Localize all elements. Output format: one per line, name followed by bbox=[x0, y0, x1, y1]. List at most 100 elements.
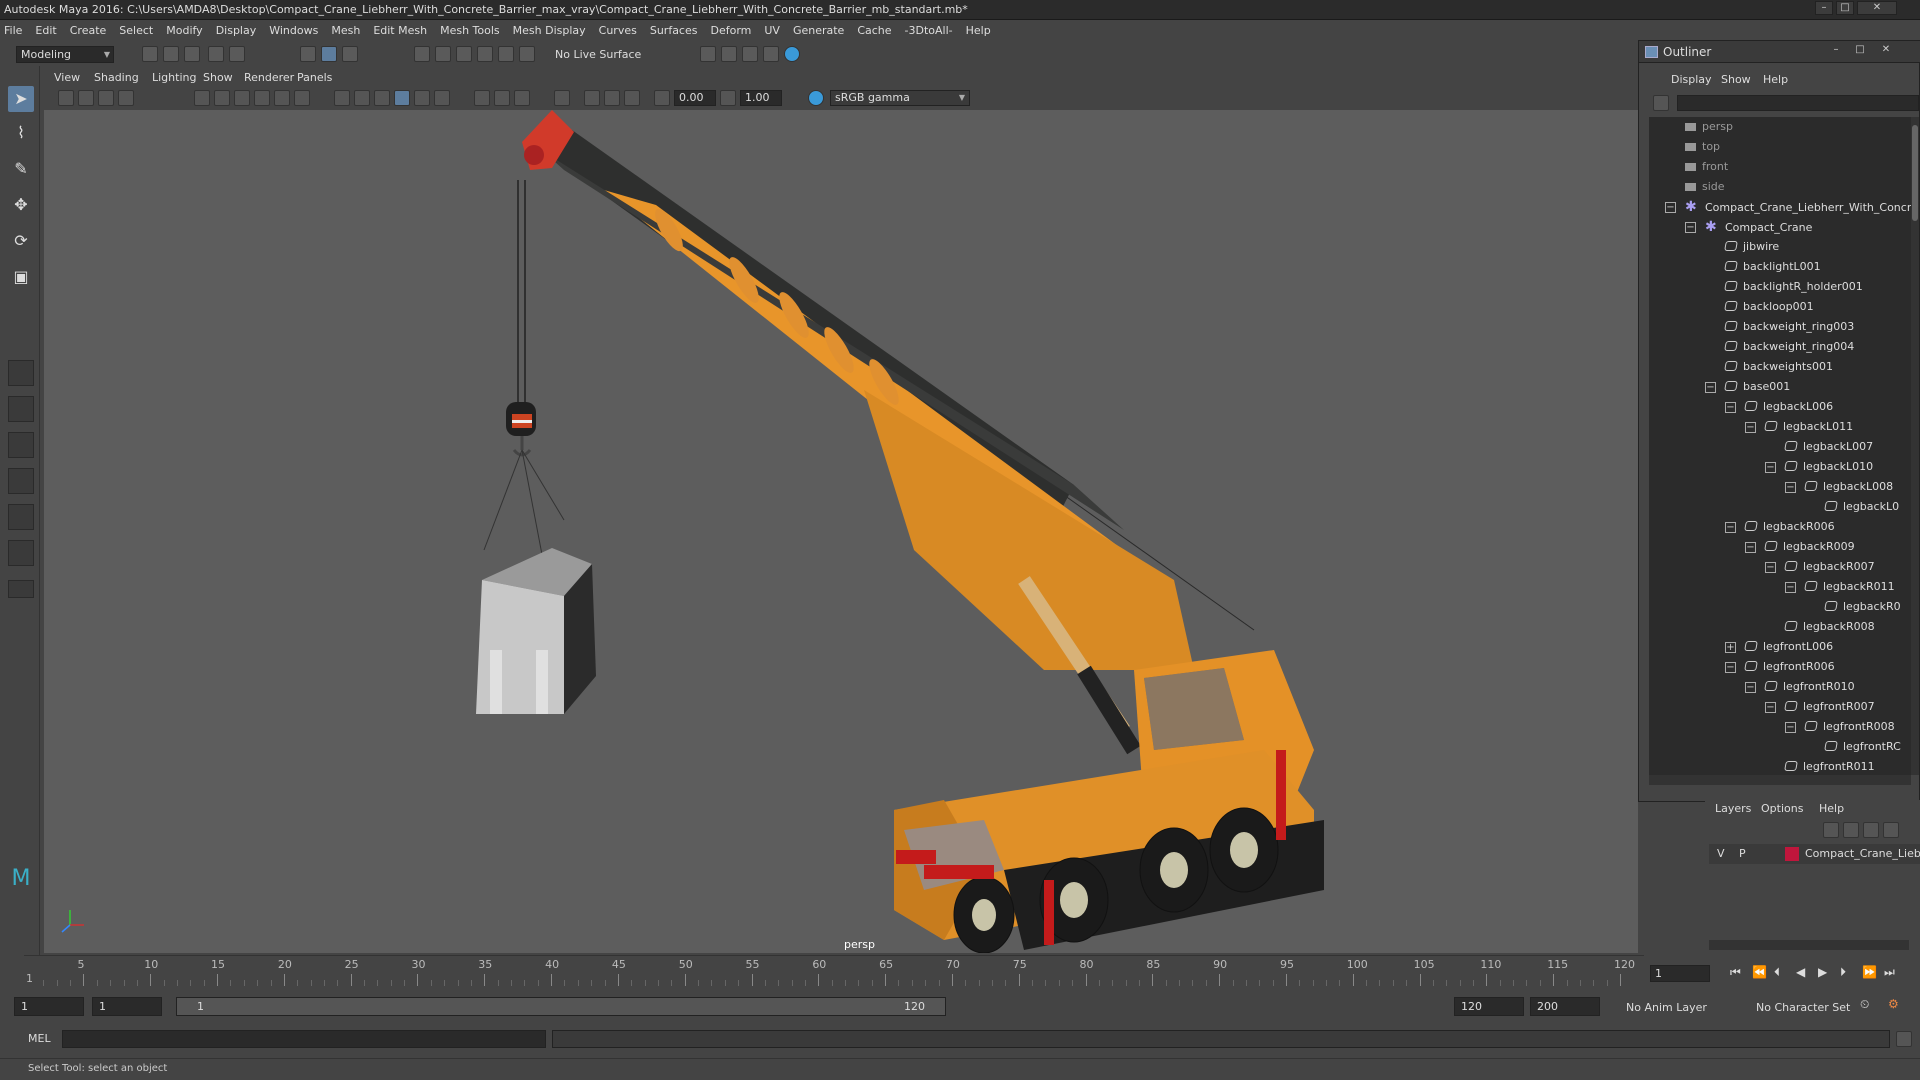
menu-mesh-tools[interactable]: Mesh Tools bbox=[440, 24, 500, 37]
menu-windows[interactable]: Windows bbox=[269, 24, 318, 37]
menu-file[interactable]: File bbox=[4, 24, 22, 37]
outliner-item[interactable]: legfrontR011 bbox=[1784, 757, 1875, 775]
layer-row[interactable]: V P Compact_Crane_Liebh bbox=[1709, 844, 1920, 864]
gamma-icon[interactable] bbox=[720, 90, 736, 106]
menu-create[interactable]: Create bbox=[70, 24, 107, 37]
outliner-item[interactable]: legbackL010 bbox=[1784, 457, 1873, 477]
menu-deform[interactable]: Deform bbox=[710, 24, 751, 37]
menu-edit[interactable]: Edit bbox=[35, 24, 56, 37]
outliner-item[interactable]: base001 bbox=[1724, 377, 1790, 397]
menu-uv[interactable]: UV bbox=[764, 24, 780, 37]
outliner-item[interactable]: ✱ Compact_Crane_Liebherr_With_Concr bbox=[1685, 197, 1911, 217]
outliner-item[interactable]: side bbox=[1685, 177, 1725, 197]
snap-point-icon[interactable] bbox=[456, 46, 472, 62]
outliner-tree[interactable]: persp top front side − ✱ Compact_Crane_Liebher… bbox=[1649, 117, 1911, 775]
outliner-item[interactable]: legbackL008 bbox=[1804, 477, 1893, 497]
layer-name[interactable]: Compact_Crane_Liebh bbox=[1805, 847, 1920, 860]
outliner-item[interactable]: front bbox=[1685, 157, 1728, 177]
outliner-titlebar[interactable]: Outliner – □ ✕ bbox=[1639, 41, 1920, 63]
persp-uv-layout-icon[interactable] bbox=[8, 540, 34, 566]
outliner-expand-toggle[interactable]: − bbox=[1745, 682, 1756, 693]
outliner-search-input[interactable] bbox=[1677, 95, 1919, 111]
menu-curves[interactable]: Curves bbox=[599, 24, 637, 37]
outliner-expand-toggle[interactable]: + bbox=[1725, 642, 1736, 653]
outliner-item[interactable]: top bbox=[1685, 137, 1720, 157]
outliner-item[interactable]: ✱ Compact_Crane bbox=[1705, 217, 1812, 237]
layer-scrollbar[interactable] bbox=[1709, 940, 1909, 950]
outliner-filter-icon[interactable] bbox=[1653, 95, 1669, 111]
outliner-item[interactable]: legbackR006 bbox=[1744, 517, 1835, 537]
outliner-item[interactable]: legbackR008 bbox=[1784, 617, 1875, 637]
ipr-render-icon[interactable] bbox=[742, 46, 758, 62]
outliner-close-button[interactable]: ✕ bbox=[1877, 44, 1895, 58]
rotate-tool-icon[interactable]: ⟳ bbox=[8, 228, 34, 254]
outliner-item[interactable]: legbackR009 bbox=[1764, 537, 1855, 557]
redo-icon[interactable] bbox=[229, 46, 245, 62]
select-tool-icon[interactable]: ➤ bbox=[8, 86, 34, 112]
select-camera-icon[interactable] bbox=[58, 90, 74, 106]
snap-surface-icon[interactable] bbox=[498, 46, 514, 62]
panel-menu-show[interactable]: Show bbox=[203, 71, 233, 84]
snap-vertex-icon[interactable] bbox=[519, 46, 535, 62]
script-editor-icon[interactable] bbox=[1896, 1031, 1912, 1047]
snap-curve-icon[interactable] bbox=[435, 46, 451, 62]
select-component-icon[interactable] bbox=[342, 46, 358, 62]
outliner-maximize-button[interactable]: □ bbox=[1851, 44, 1869, 58]
playback-start-field[interactable]: 1 bbox=[92, 997, 162, 1016]
xray-icon[interactable] bbox=[584, 90, 600, 106]
anim-layer-dropdown[interactable]: No Anim Layer bbox=[1626, 1001, 1707, 1014]
outliner-item[interactable]: backweight_ring004 bbox=[1724, 337, 1854, 357]
panel-menu-lighting[interactable]: Lighting bbox=[152, 71, 196, 84]
outliner-item[interactable]: jibwire bbox=[1724, 237, 1779, 257]
outliner-item[interactable]: legfrontRC bbox=[1824, 737, 1901, 757]
ambient-occlusion-icon[interactable] bbox=[474, 90, 490, 106]
outliner-menu-help[interactable]: Help bbox=[1763, 73, 1788, 86]
render-settings-icon[interactable] bbox=[763, 46, 779, 62]
menu-cache[interactable]: Cache bbox=[857, 24, 891, 37]
xray-components-icon[interactable] bbox=[624, 90, 640, 106]
outliner-expand-toggle[interactable]: − bbox=[1745, 422, 1756, 433]
outliner-expand-toggle[interactable]: − bbox=[1685, 222, 1696, 233]
exposure-icon[interactable] bbox=[654, 90, 670, 106]
panel-menu-shading[interactable]: Shading bbox=[94, 71, 139, 84]
motion-blur-icon[interactable] bbox=[494, 90, 510, 106]
move-layer-up-icon[interactable] bbox=[1823, 822, 1839, 838]
anti-aliasing-icon[interactable] bbox=[514, 90, 530, 106]
outliner-expand-toggle[interactable]: − bbox=[1745, 542, 1756, 553]
outliner-item[interactable]: legbackL0 bbox=[1824, 497, 1899, 517]
hypershade-icon[interactable] bbox=[784, 46, 800, 62]
outliner-item[interactable]: legfrontR010 bbox=[1764, 677, 1855, 697]
time-slider-track[interactable]: 1 5 10 15 20 25 30 35 40 45 50 55 60 65 70 75 80 85 90 95 10… bbox=[24, 955, 1644, 987]
render-icon[interactable] bbox=[721, 46, 737, 62]
step-forward-frame-icon[interactable]: ⏩ bbox=[1862, 965, 1877, 979]
menu-surfaces[interactable]: Surfaces bbox=[650, 24, 698, 37]
panel-menu-renderer[interactable]: Renderer bbox=[244, 71, 294, 84]
command-language[interactable]: MEL bbox=[28, 1032, 51, 1045]
panel-menu-view[interactable]: View bbox=[54, 71, 80, 84]
go-to-start-icon[interactable]: ⏮ bbox=[1730, 965, 1741, 980]
outliner-expand-toggle[interactable]: − bbox=[1765, 462, 1776, 473]
perspective-viewport[interactable]: persp bbox=[44, 110, 1638, 953]
command-input[interactable] bbox=[62, 1030, 546, 1048]
outliner-expand-toggle[interactable]: − bbox=[1725, 662, 1736, 673]
render-view-icon[interactable] bbox=[700, 46, 716, 62]
paint-select-icon[interactable]: ✎ bbox=[8, 156, 34, 182]
menu-mesh[interactable]: Mesh bbox=[331, 24, 360, 37]
bookmark-icon[interactable] bbox=[98, 90, 114, 106]
shadows-icon[interactable] bbox=[434, 90, 450, 106]
xray-joints-icon[interactable] bbox=[604, 90, 620, 106]
outliner-item[interactable]: backweights001 bbox=[1724, 357, 1833, 377]
animation-start-field[interactable]: 1 bbox=[14, 997, 84, 1016]
outliner-item[interactable]: legbackL006 bbox=[1744, 397, 1833, 417]
play-backwards-icon[interactable]: ◀ bbox=[1796, 965, 1805, 979]
select-object-icon[interactable] bbox=[321, 46, 337, 62]
move-layer-down-icon[interactable] bbox=[1843, 822, 1859, 838]
outliner-item[interactable]: legbackR007 bbox=[1784, 557, 1875, 577]
menu-3dtoall[interactable]: -3DtoAll- bbox=[905, 24, 953, 37]
outliner-item[interactable]: legfrontL006 bbox=[1744, 637, 1833, 657]
outliner-expand-toggle[interactable]: − bbox=[1725, 522, 1736, 533]
menu-display[interactable]: Display bbox=[216, 24, 257, 37]
maximize-button[interactable]: □ bbox=[1836, 1, 1854, 15]
lasso-tool-icon[interactable]: ⌇ bbox=[8, 120, 34, 146]
outliner-minimize-button[interactable]: – bbox=[1827, 44, 1845, 58]
